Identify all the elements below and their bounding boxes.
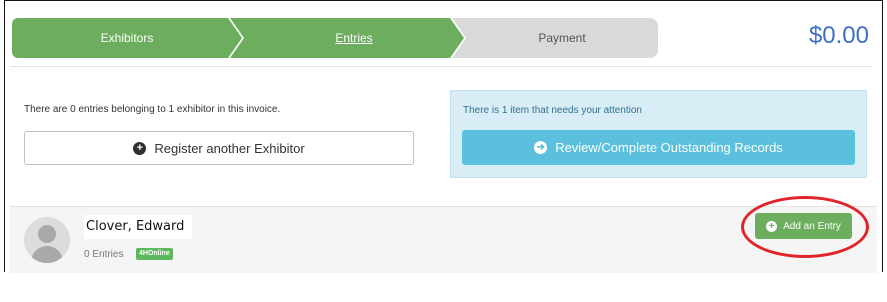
register-exhibitor-label: Register another Exhibitor <box>154 140 305 156</box>
exhibitor-entry-count: 0 Entries <box>84 249 124 260</box>
review-outstanding-records-label: Review/Complete Outstanding Records <box>555 140 783 155</box>
exhibitor-name-box: Clover, Edward <box>84 215 192 239</box>
progress-steps: Exhibitors Entries Payment <box>12 18 658 58</box>
register-exhibitor-button[interactable]: + Register another Exhibitor <box>24 131 414 165</box>
highlight-annotation <box>741 196 869 258</box>
step-payment-label: Payment <box>538 31 586 45</box>
exhibitor-name: Clover, Edward <box>86 219 185 234</box>
step-exhibitors[interactable]: Exhibitors <box>12 18 242 58</box>
step-entries[interactable]: Entries <box>230 18 464 58</box>
source-badge: 4HOnline <box>136 248 173 260</box>
user-avatar-icon <box>24 217 70 263</box>
avatar-head-shape <box>38 225 56 243</box>
invoice-total: $0.00 <box>808 22 869 49</box>
step-entries-label: Entries <box>335 31 373 45</box>
header-divider <box>10 66 872 67</box>
review-outstanding-records-button[interactable]: ➜ Review/Complete Outstanding Records <box>462 130 855 165</box>
step-payment[interactable]: Payment <box>452 18 658 58</box>
attention-panel: There is 1 item that needs your attentio… <box>450 90 867 178</box>
attention-message: There is 1 item that needs your attentio… <box>463 105 642 116</box>
step-exhibitors-label: Exhibitors <box>100 31 154 45</box>
plus-circle-icon: + <box>133 141 147 155</box>
avatar-body-shape <box>31 246 63 263</box>
entries-summary: There are 0 entries belonging to 1 exhib… <box>24 104 281 115</box>
arrow-right-circle-icon: ➜ <box>534 141 548 154</box>
